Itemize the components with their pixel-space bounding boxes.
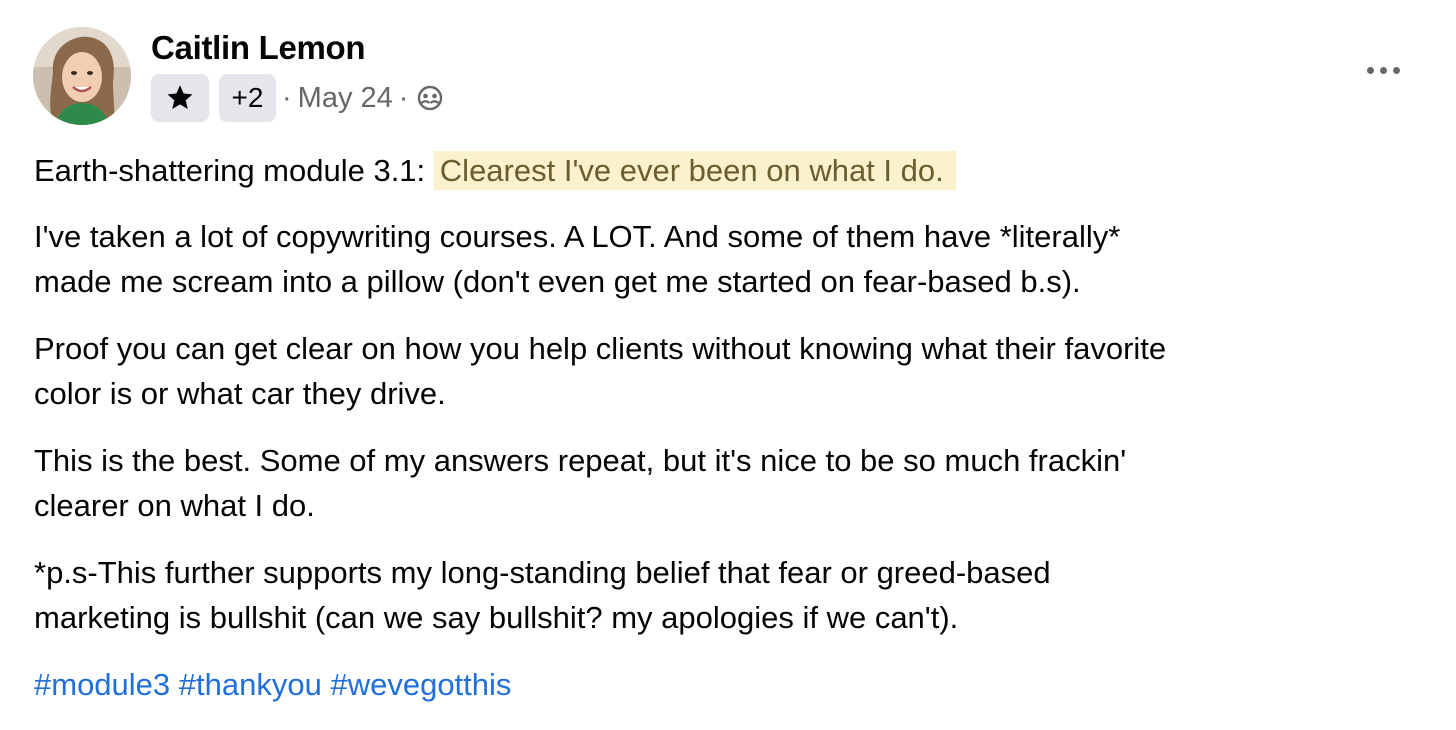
- text-line: This is the best. Some of my answers rep…: [34, 443, 1127, 478]
- text-line: color is or what car they drive.: [34, 376, 446, 411]
- text-line: *p.s-This further supports my long-stand…: [34, 555, 1051, 590]
- post-date[interactable]: May 24: [298, 82, 393, 115]
- text-line: marketing is bullshit (can we say bullsh…: [34, 600, 959, 635]
- post-paragraph: This is the best. Some of my answers rep…: [34, 438, 1434, 528]
- author-avatar[interactable]: [33, 27, 131, 125]
- more-options-button[interactable]: [1358, 52, 1408, 88]
- post-paragraph: I've taken a lot of copywriting courses.…: [34, 214, 1434, 304]
- post-card: Caitlin Lemon +2 · May 24 · Earth-shatte…: [0, 0, 1456, 730]
- badge-count[interactable]: +2: [219, 74, 276, 122]
- meta-separator: ·: [398, 81, 409, 114]
- more-dots-icon: [1379, 66, 1387, 74]
- more-dots-icon: [1392, 66, 1400, 74]
- hashtag-link[interactable]: #wevegotthis: [330, 667, 511, 702]
- group-icon[interactable]: [416, 84, 444, 112]
- post-paragraph: *p.s-This further supports my long-stand…: [34, 550, 1434, 640]
- hashtag-list: #module3 #thankyou #wevegotthis: [34, 662, 1434, 707]
- hashtag-link[interactable]: #module3: [34, 667, 170, 702]
- avatar-image: [33, 27, 131, 125]
- author-name[interactable]: Caitlin Lemon: [151, 29, 366, 67]
- text-line: clearer on what I do.: [34, 488, 315, 523]
- badge-star[interactable]: [151, 74, 209, 122]
- group-icon-glyph: [418, 85, 443, 111]
- star-icon: [167, 85, 193, 109]
- post-paragraph: Earth-shattering module 3.1: Clearest I'…: [34, 148, 1434, 193]
- post-intro: Earth-shattering module 3.1:: [34, 153, 426, 188]
- hashtag-link[interactable]: #thankyou: [179, 667, 322, 702]
- more-dots-icon: [1366, 66, 1374, 74]
- meta-separator: ·: [282, 81, 292, 114]
- text-line: I've taken a lot of copywriting courses.…: [34, 219, 1121, 254]
- post-meta: +2 · May 24 ·: [151, 74, 444, 122]
- text-line: Proof you can get clear on how you help …: [34, 331, 1167, 366]
- highlighted-text: Clearest I've ever been on what I do.: [433, 151, 956, 190]
- text-line: made me scream into a pillow (don't even…: [34, 264, 1081, 299]
- post-paragraph: Proof you can get clear on how you help …: [34, 326, 1434, 416]
